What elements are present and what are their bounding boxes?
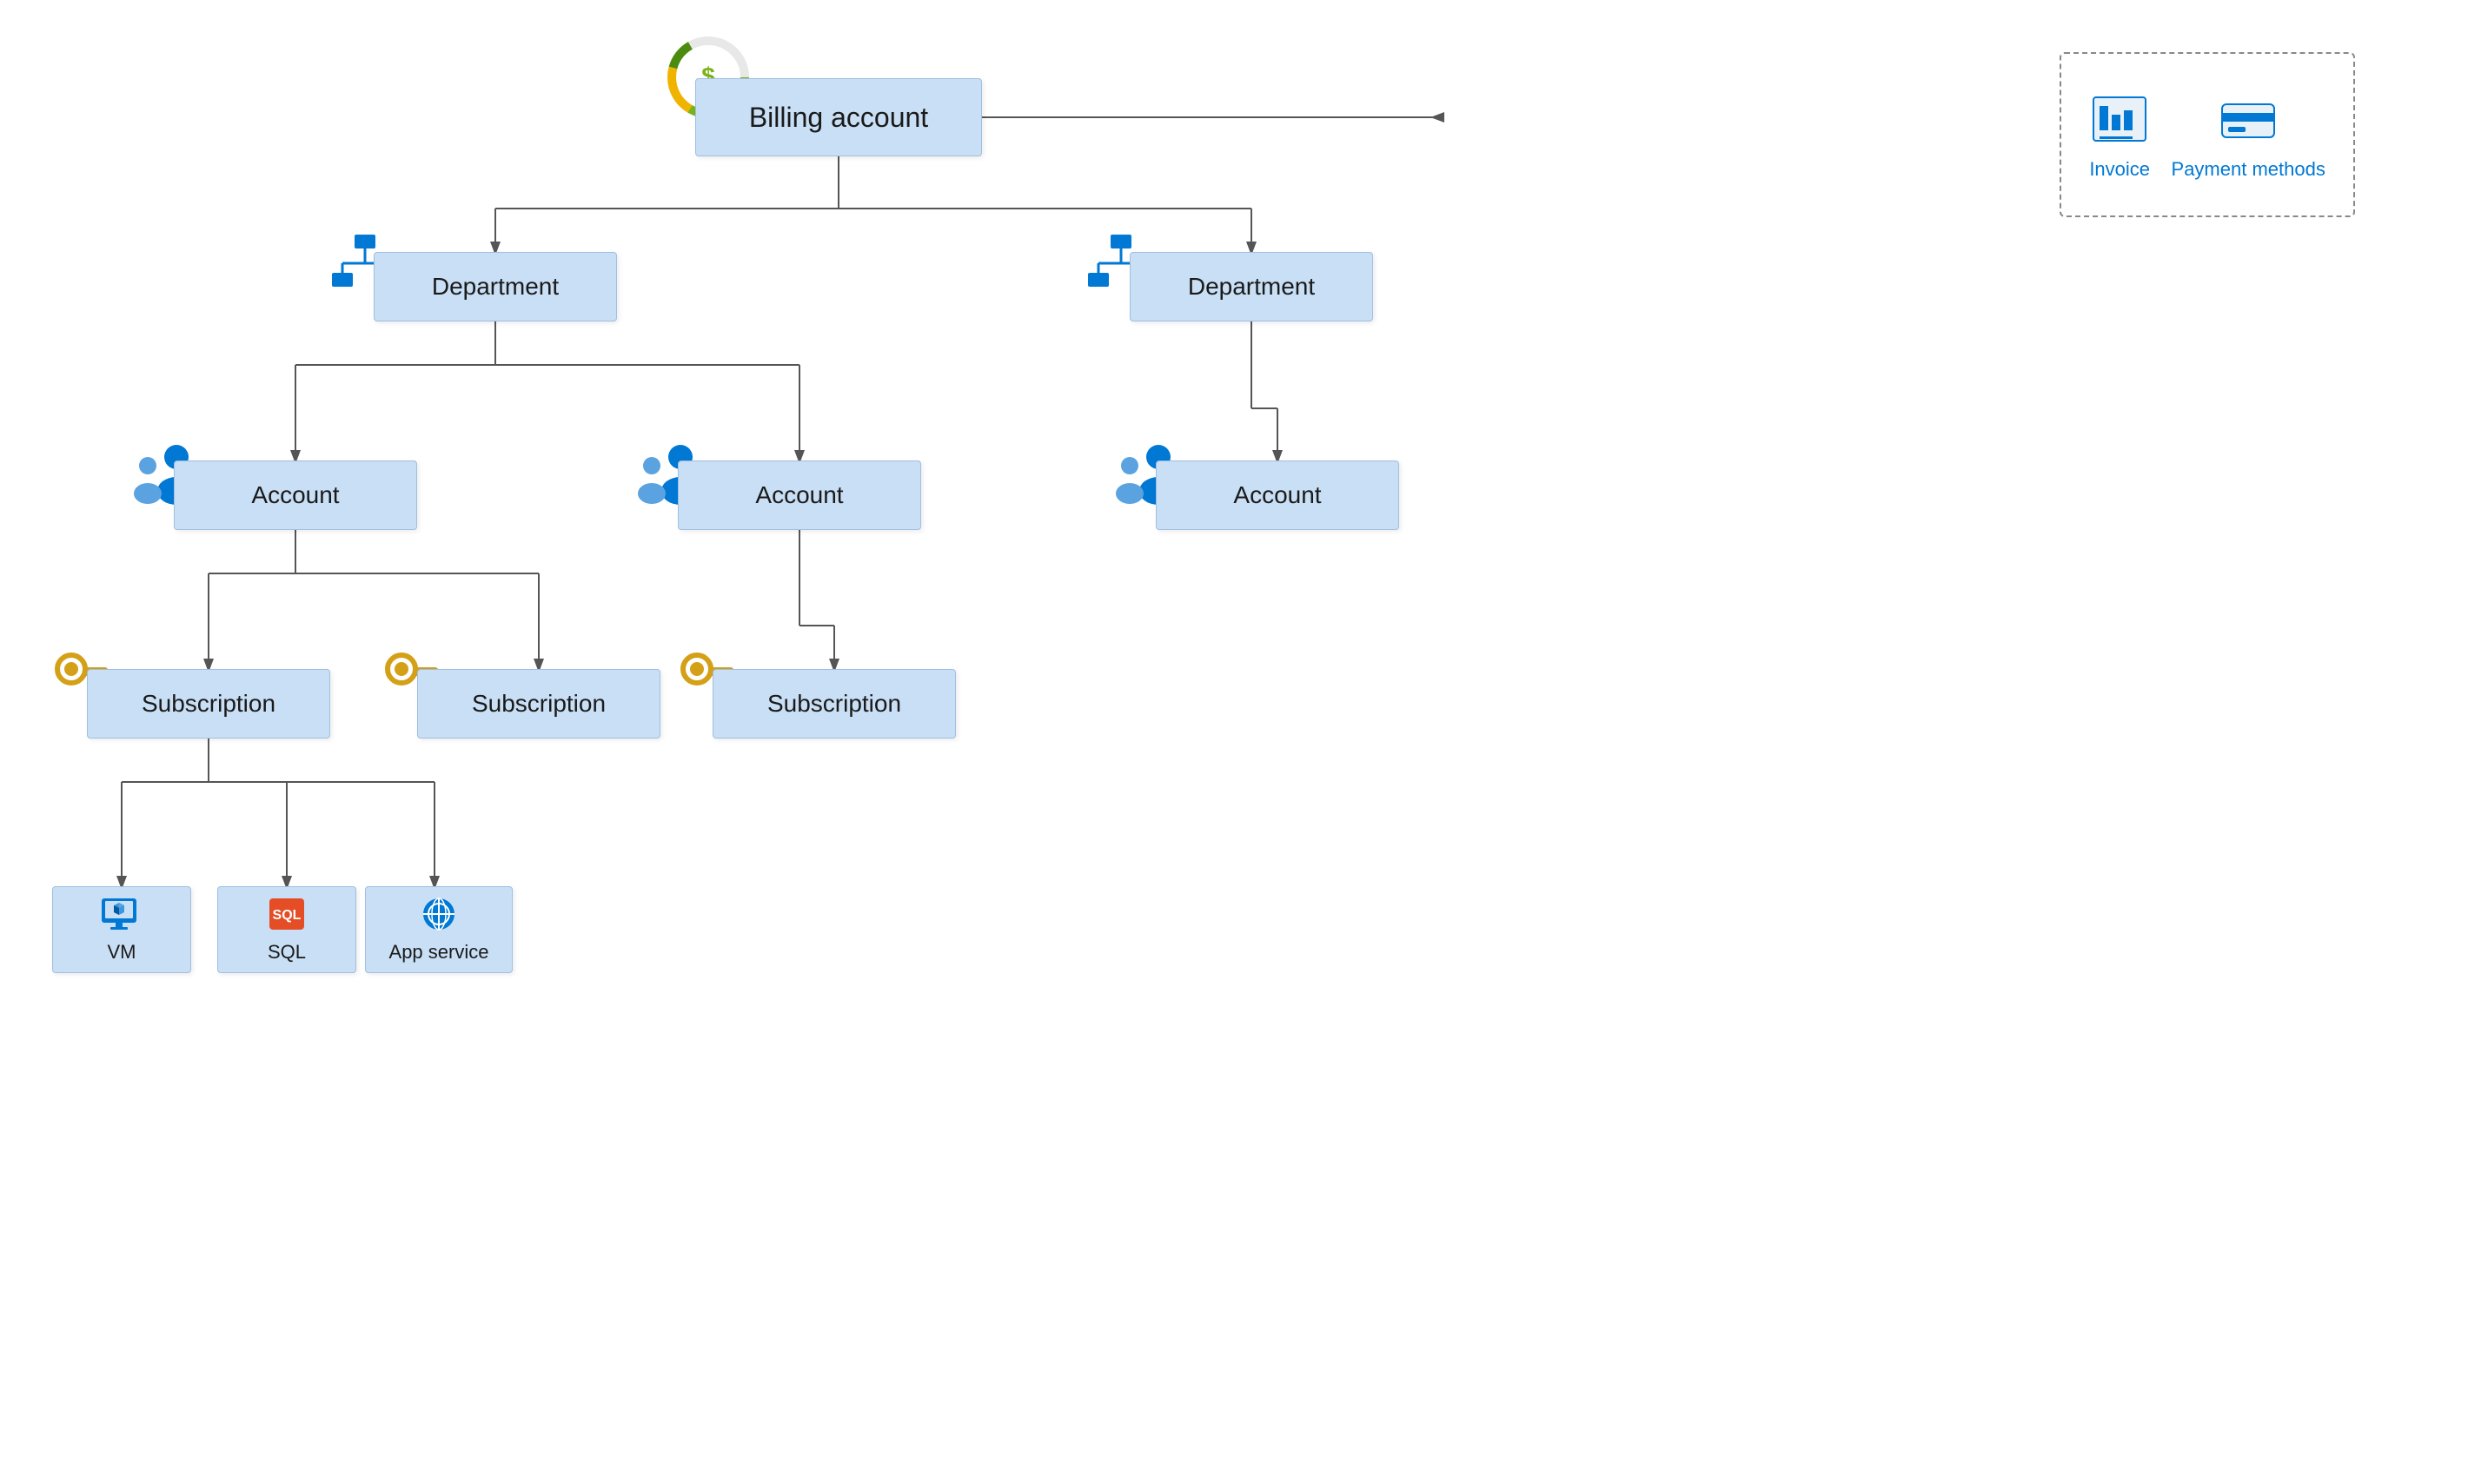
diagram-container: $ Billing account Invoice Paym [0, 0, 2468, 1484]
acct3-node: Account [1156, 460, 1399, 530]
invoice-payment-box: Invoice Payment methods [2060, 52, 2355, 217]
app-service-label: App service [389, 941, 489, 964]
acct2-node: Account [678, 460, 921, 530]
dept2-label: Department [1188, 273, 1315, 301]
billing-account-node: Billing account [695, 78, 982, 156]
sub1-node: Subscription [87, 669, 330, 739]
invoice-item: Invoice [2089, 89, 2150, 181]
payment-item: Payment methods [2172, 89, 2325, 181]
sub1-label: Subscription [142, 690, 275, 718]
acct1-label: Account [251, 481, 339, 509]
acct3-label: Account [1233, 481, 1321, 509]
payment-label: Payment methods [2172, 158, 2325, 181]
vm-node: VM [52, 886, 191, 973]
invoice-label: Invoice [2089, 158, 2150, 181]
sql-icon: SQL [265, 897, 308, 937]
dept1-label: Department [432, 273, 559, 301]
sub3-node: Subscription [713, 669, 956, 739]
dept1-node: Department [374, 252, 617, 321]
vm-label: VM [108, 941, 136, 964]
sql-label: SQL [268, 941, 306, 964]
vm-icon [100, 897, 143, 937]
acct1-node: Account [174, 460, 417, 530]
connector-lines [0, 0, 2468, 1484]
sql-node: SQL SQL [217, 886, 356, 973]
svg-text:SQL: SQL [273, 908, 302, 923]
app-service-node: App service [365, 886, 513, 973]
dept2-node: Department [1130, 252, 1373, 321]
sub2-node: Subscription [417, 669, 660, 739]
billing-account-label: Billing account [749, 102, 928, 134]
sub3-label: Subscription [767, 690, 901, 718]
acct2-label: Account [755, 481, 843, 509]
invoice-icon [2089, 89, 2150, 149]
sub2-label: Subscription [472, 690, 606, 718]
payment-icon [2218, 89, 2279, 149]
app-service-icon [417, 897, 461, 937]
